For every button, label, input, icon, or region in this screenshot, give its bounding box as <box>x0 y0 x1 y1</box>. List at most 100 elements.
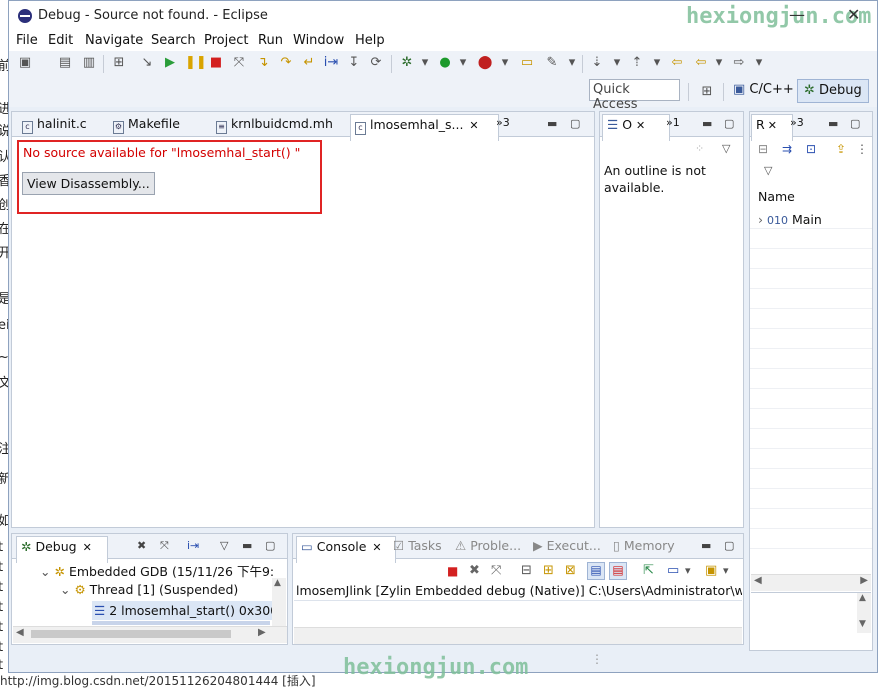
debug-frame-item[interactable]: ☰ 2 lmosemhal_start() 0x300 <box>92 601 274 620</box>
back-dropdown-icon[interactable]: ▾ <box>711 55 727 71</box>
minimize-icon[interactable]: ▬ <box>828 117 838 130</box>
add-register-group-icon[interactable]: ⇉ <box>782 142 792 156</box>
close-tab-icon[interactable]: ✕ <box>372 541 381 554</box>
tab-overflow[interactable]: »3 <box>492 114 514 140</box>
suspend-icon[interactable]: ❚❚ <box>185 55 207 71</box>
vertical-scrollbar[interactable]: ▲ ▼ <box>857 593 871 633</box>
close-tab-icon[interactable]: ✕ <box>768 119 777 132</box>
external-tools-dropdown-icon[interactable]: ▾ <box>497 55 513 71</box>
console-horizontal-scrollbar[interactable] <box>294 627 742 644</box>
layout-icon[interactable]: ⊟ <box>758 142 768 156</box>
tab-problems[interactable]: ⚠ Proble... <box>451 536 525 562</box>
terminate-icon[interactable]: ■ <box>447 564 458 578</box>
minimize-icon[interactable]: ▬ <box>547 117 557 130</box>
tab-makefile[interactable]: ⚙ Makefile <box>109 114 184 140</box>
save-all-icon[interactable]: ▥ <box>81 55 97 71</box>
open-perspective-icon[interactable]: ⊞ <box>699 84 715 100</box>
tab-overflow[interactable]: »3 <box>786 114 808 140</box>
last-edit-icon[interactable]: ⇦ <box>669 55 685 71</box>
clear-console-icon[interactable]: ⊟ <box>521 563 532 578</box>
display-console-dropdown-icon[interactable]: ▾ <box>685 564 691 577</box>
perspective-debug-button[interactable]: ✲ Debug <box>797 79 869 103</box>
view-menu-icon[interactable]: ▽ <box>722 142 730 155</box>
scroll-left-icon[interactable]: ◀ <box>754 575 762 586</box>
perspective-cpp-button[interactable]: ▣ C/C++ <box>727 79 800 103</box>
maximize-icon[interactable]: ▢ <box>850 117 860 130</box>
console-output[interactable] <box>294 600 742 628</box>
maximize-icon[interactable]: ▢ <box>724 539 734 552</box>
new-icon[interactable]: ▣ <box>17 55 33 71</box>
debug-dropdown-icon[interactable]: ▾ <box>417 55 433 71</box>
menu-help[interactable]: Help <box>355 33 385 48</box>
remove-all-icon[interactable]: ⤧ <box>160 539 169 553</box>
tab-debug[interactable]: ✲ Debug ✕ <box>16 536 108 563</box>
minimize-button[interactable]: — <box>789 5 805 24</box>
scroll-lock-icon[interactable]: ⊞ <box>543 563 554 578</box>
hide-fields-icon[interactable]: ⁘ <box>695 142 704 155</box>
resume-icon[interactable]: ▶ <box>162 55 178 71</box>
tab-console[interactable]: ▭ Console ✕ <box>296 536 396 563</box>
word-wrap-icon[interactable]: ⊠ <box>565 563 576 578</box>
view-disassembly-button[interactable]: View Disassembly... <box>22 172 155 195</box>
remove-terminated-icon[interactable]: ✖ <box>137 539 146 552</box>
scroll-up-icon[interactable]: ▲ <box>859 593 866 603</box>
scroll-down-icon[interactable]: ▼ <box>859 619 866 629</box>
annotation-dropdown-icon[interactable]: ▾ <box>609 55 625 71</box>
maximize-icon[interactable]: ▢ <box>724 117 734 130</box>
open-folder-icon[interactable]: ▭ <box>519 55 535 71</box>
annotation-prev-dropdown-icon[interactable]: ▾ <box>649 55 665 71</box>
collapse-chevron-icon[interactable]: ⌄ <box>40 564 50 579</box>
annotation-next-icon[interactable]: ⇣ <box>589 55 605 71</box>
collapse-chevron-icon[interactable]: ⌄ <box>60 582 70 597</box>
tab-outline[interactable]: ☰ O ✕ <box>602 114 670 141</box>
open-console-dropdown-icon[interactable]: ▾ <box>723 564 729 577</box>
tab-executables[interactable]: ▶ Execut... <box>529 536 605 562</box>
menu-navigate[interactable]: Navigate <box>85 33 143 48</box>
menu-edit[interactable]: Edit <box>48 33 73 48</box>
menu-run[interactable]: Run <box>258 33 283 48</box>
maximize-icon[interactable]: ▢ <box>265 539 275 552</box>
close-tab-icon[interactable]: ✕ <box>83 541 92 554</box>
view-menu-icon[interactable]: ⋮ <box>856 142 868 156</box>
step-return-icon[interactable]: ↵ <box>301 55 317 71</box>
menu-window[interactable]: Window <box>293 33 344 48</box>
remove-all-terminated-icon[interactable]: ⤧ <box>491 563 501 578</box>
scroll-thumb[interactable] <box>31 630 231 638</box>
debug-vertical-scrollbar[interactable]: ▲ <box>272 578 286 626</box>
skip-breakpoints-icon[interactable]: ↘ <box>139 55 155 71</box>
external-tools-icon[interactable]: ⬤ <box>477 55 493 71</box>
remove-launch-icon[interactable]: ✖ <box>469 563 480 578</box>
scroll-left-icon[interactable]: ◀ <box>16 627 24 638</box>
minimize-icon[interactable]: ▬ <box>701 539 711 552</box>
scroll-right-icon[interactable]: ▶ <box>860 575 868 586</box>
register-group-main[interactable]: › 010 Main <box>758 212 822 227</box>
debug-horizontal-scrollbar[interactable]: ◀ ▶ <box>13 626 287 643</box>
pin-console-icon[interactable]: ⇱ <box>643 563 654 578</box>
resize-grip-icon[interactable]: ⋮ <box>591 652 603 666</box>
scroll-right-icon[interactable]: ▶ <box>258 627 266 638</box>
close-tab-icon[interactable]: ✕ <box>469 119 478 132</box>
tab-krnlbuidcmd[interactable]: ≡ krnlbuidcmd.mh <box>212 114 337 140</box>
tab-lmosemhal-start[interactable]: c lmosemhal_s... ✕ <box>350 114 499 141</box>
menu-file[interactable]: File <box>16 33 38 48</box>
forward-icon[interactable]: ⇨ <box>731 55 747 71</box>
run-icon[interactable]: ● <box>437 55 453 71</box>
column-header-name[interactable]: Name <box>758 189 795 204</box>
expand-chevron-icon[interactable]: › <box>758 212 763 227</box>
debug-thread-item[interactable]: ⌄ ⚙ Thread [1] (Suspended) <box>60 582 238 597</box>
collapse-icon[interactable]: ⊡ <box>806 142 816 156</box>
horizontal-scrollbar[interactable]: ◀ ▶ <box>751 574 871 591</box>
save-icon[interactable]: ▤ <box>57 55 73 71</box>
view-menu-icon[interactable]: ▽ <box>220 539 228 552</box>
tab-tasks[interactable]: ☑ Tasks <box>389 536 446 562</box>
disconnect-icon[interactable]: ⤧ <box>231 55 247 71</box>
export-icon[interactable]: ⇪ <box>836 142 846 156</box>
minimize-icon[interactable]: ▬ <box>242 539 252 552</box>
pencil-icon[interactable]: ✎ <box>544 55 560 71</box>
dropdown-icon[interactable]: ▽ <box>764 164 772 177</box>
show-on-stderr-icon[interactable]: ▤ <box>609 562 627 580</box>
menu-search[interactable]: Search <box>151 33 196 48</box>
terminate-icon[interactable]: ■ <box>208 55 224 71</box>
debug-frame-item-partial[interactable] <box>92 621 270 625</box>
instruction-step-icon[interactable]: i⇥ <box>323 55 339 71</box>
